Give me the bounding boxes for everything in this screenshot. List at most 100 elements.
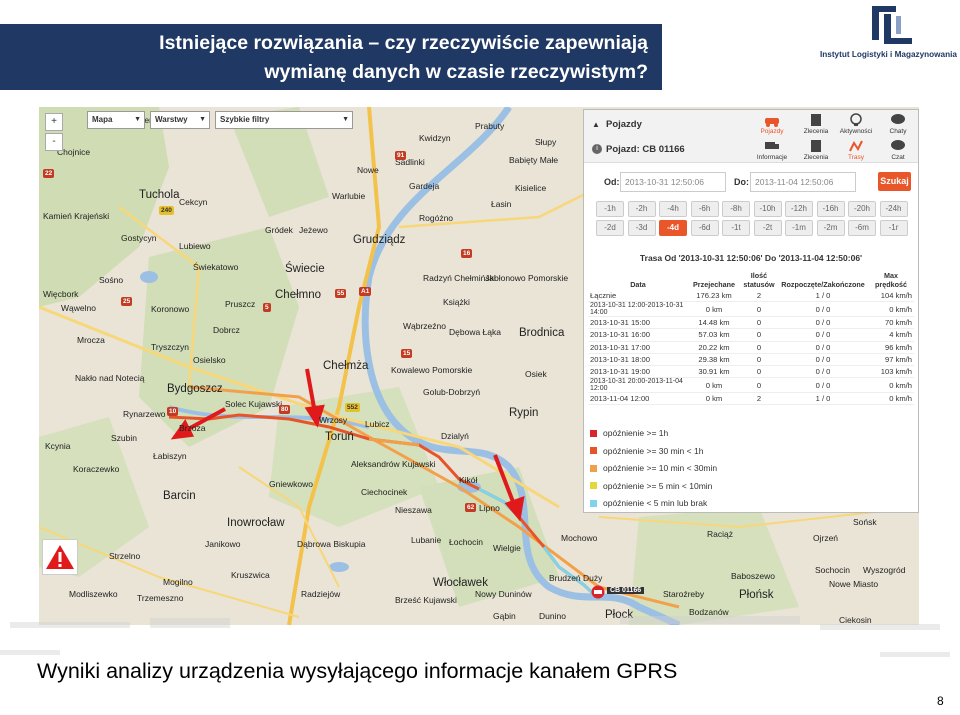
- table-cell: 2013-10-31 12:00-2013-10-31 14:00: [588, 301, 688, 318]
- warning-button[interactable]: [42, 539, 78, 575]
- map-type-select[interactable]: Mapa ▼: [87, 111, 145, 129]
- table-cell: 0: [740, 353, 778, 366]
- toolbar-button-zlecenia[interactable]: Zlecenia: [794, 113, 838, 135]
- table-cell: 0 / 0: [778, 316, 868, 330]
- quick-range-button[interactable]: -12h: [785, 201, 813, 217]
- table-row: 2013-10-31 19:00 30.91 km 0 0 / 0 103 km/h: [588, 365, 914, 379]
- panel-toolbar: ▲ Pojazdy i Pojazd: CB 01166 Pojazdy Zle…: [584, 110, 918, 163]
- quick-range-button[interactable]: -2m: [816, 220, 845, 236]
- quick-range-button[interactable]: -4h: [659, 201, 687, 217]
- vehicle-marker[interactable]: CB 01166: [591, 585, 645, 604]
- city-label: Aleksandrów Kujawski: [351, 459, 436, 469]
- layers-select[interactable]: Warstwy ▼: [150, 111, 210, 129]
- lightbulb-icon: [848, 113, 864, 127]
- table-cell: 0 km: [688, 377, 740, 394]
- quick-range-button[interactable]: -4d: [659, 220, 687, 236]
- legend-label: opóźnienie >= 10 min < 30min: [603, 463, 718, 473]
- quick-filters-select[interactable]: Szybkie filtry ▼: [215, 111, 353, 129]
- quick-range-button[interactable]: -1r: [879, 220, 908, 236]
- quick-range-button[interactable]: -6d: [690, 220, 719, 236]
- quick-range-button[interactable]: -20h: [848, 201, 876, 217]
- quick-range-button[interactable]: -2d: [596, 220, 624, 236]
- quick-range-button[interactable]: -2h: [627, 201, 656, 217]
- city-label: Dębowa Łąka: [449, 327, 501, 337]
- table-cell: 0: [740, 328, 778, 342]
- city-label: Koraczewko: [73, 464, 120, 474]
- city-label: Łochocin: [449, 537, 484, 547]
- city-label: Wrzosy: [319, 415, 348, 425]
- city-label: Cekcyn: [179, 197, 208, 207]
- table-cell: 0 / 0: [778, 328, 868, 342]
- quick-range-button[interactable]: -10h: [753, 201, 782, 217]
- road-shield: 16: [461, 249, 473, 258]
- chat-icon: [890, 113, 906, 127]
- quick-range-button[interactable]: -6h: [690, 201, 719, 217]
- city-label: Kruszwica: [231, 570, 270, 580]
- table-cell: 0: [740, 301, 778, 318]
- toolbar-label: Czat: [891, 154, 905, 161]
- toolbar-button-czat[interactable]: Czat: [876, 139, 919, 161]
- city-label: Świekatowo: [193, 262, 239, 272]
- car-icon: [764, 113, 780, 127]
- city-label: Tuchola: [139, 189, 180, 201]
- quick-range-button[interactable]: -1m: [785, 220, 813, 236]
- quick-range-button[interactable]: -1h: [596, 201, 624, 217]
- table-cell: 29.38 km: [688, 353, 740, 366]
- map-view[interactable]: Chojnice Czersk Kwidzyn Prabuty Sadlinki…: [39, 107, 919, 625]
- quick-range-button[interactable]: -2t: [753, 220, 782, 236]
- city-label: Lubiewo: [179, 241, 211, 251]
- table-cell: 1 / 0: [778, 392, 868, 406]
- table-cell: 2: [740, 290, 778, 303]
- city-label: Więcbork: [43, 289, 79, 299]
- city-label: Janikowo: [205, 539, 241, 549]
- table-cell: 0 km/h: [868, 392, 914, 406]
- layers-label: Warstwy: [155, 115, 188, 124]
- toolbar-button-pojazdy[interactable]: Pojazdy: [750, 113, 794, 135]
- table-cell: 0 km: [688, 392, 740, 406]
- table-row: 2013-10-31 12:00-2013-10-31 14:00 0 km 0 0 …: [588, 301, 914, 318]
- road-shield: 91: [395, 151, 407, 160]
- city-label: Jeżewo: [299, 225, 328, 235]
- zoom-out-button[interactable]: -: [45, 133, 63, 151]
- road-shield: 22: [43, 169, 55, 178]
- table-row: 2013-11-04 12:00 0 km 2 1 / 00 km/h: [588, 392, 914, 406]
- do-date-input[interactable]: 2013-11-04 12:50:06: [750, 172, 856, 192]
- toolbar-label: Chaty: [889, 128, 907, 135]
- quick-range-button[interactable]: -8h: [722, 201, 750, 217]
- zoom-controls: + -: [45, 113, 65, 151]
- collapse-icon[interactable]: ▲: [592, 120, 600, 129]
- road-shield: 15: [401, 349, 413, 358]
- quick-range-button[interactable]: -16h: [816, 201, 845, 217]
- city-label: Chełmno: [275, 289, 322, 301]
- city-label: Babięty Małe: [509, 155, 559, 165]
- city-label: Prabuty: [475, 121, 505, 131]
- truck-icon: [764, 139, 780, 153]
- toolbar-button-zlecenia-2[interactable]: Zlecenia: [794, 139, 838, 161]
- panel-section-title: Pojazdy: [606, 119, 642, 130]
- toolbar-button-chaty[interactable]: Chaty: [876, 113, 919, 135]
- quick-range-button[interactable]: -3d: [627, 220, 656, 236]
- od-date-input[interactable]: 2013-10-31 12:50:06: [620, 172, 726, 192]
- search-button[interactable]: Szukaj: [878, 172, 911, 191]
- quick-range-button[interactable]: -24h: [879, 201, 908, 217]
- city-label: Lipno: [479, 503, 500, 513]
- route-title: Trasa Od '2013-10-31 12:50:06' Do '2013-…: [639, 253, 863, 263]
- city-label: Ojrzeń: [813, 533, 839, 543]
- zoom-in-button[interactable]: +: [45, 113, 63, 131]
- toolbar-button-trasy[interactable]: Trasy: [834, 139, 878, 161]
- chat-icon: [890, 139, 906, 153]
- od-label: Od:: [604, 177, 620, 187]
- city-label: Gródek: [265, 225, 293, 235]
- column-header: Max prędkość: [875, 271, 907, 289]
- table-cell: 0 / 0: [778, 301, 868, 318]
- toolbar-button-informacje[interactable]: Informacje: [750, 139, 794, 161]
- quick-range-button[interactable]: -6m: [848, 220, 876, 236]
- toolbar-button-aktywnosci[interactable]: Aktywności: [834, 113, 878, 135]
- quick-filters-label: Szybkie filtry: [220, 115, 270, 124]
- logo-text: Instytut Logistyki i Magazynowania: [820, 50, 957, 59]
- table-row: 2013-10-31 15:00 14.48 km 0 0 / 0 70 km/h: [588, 316, 914, 330]
- table-cell: 0 km/h: [868, 377, 914, 394]
- quick-range-button[interactable]: -1t: [722, 220, 750, 236]
- city-label: Staroźreby: [663, 589, 705, 599]
- city-label: Raciąż: [707, 529, 733, 539]
